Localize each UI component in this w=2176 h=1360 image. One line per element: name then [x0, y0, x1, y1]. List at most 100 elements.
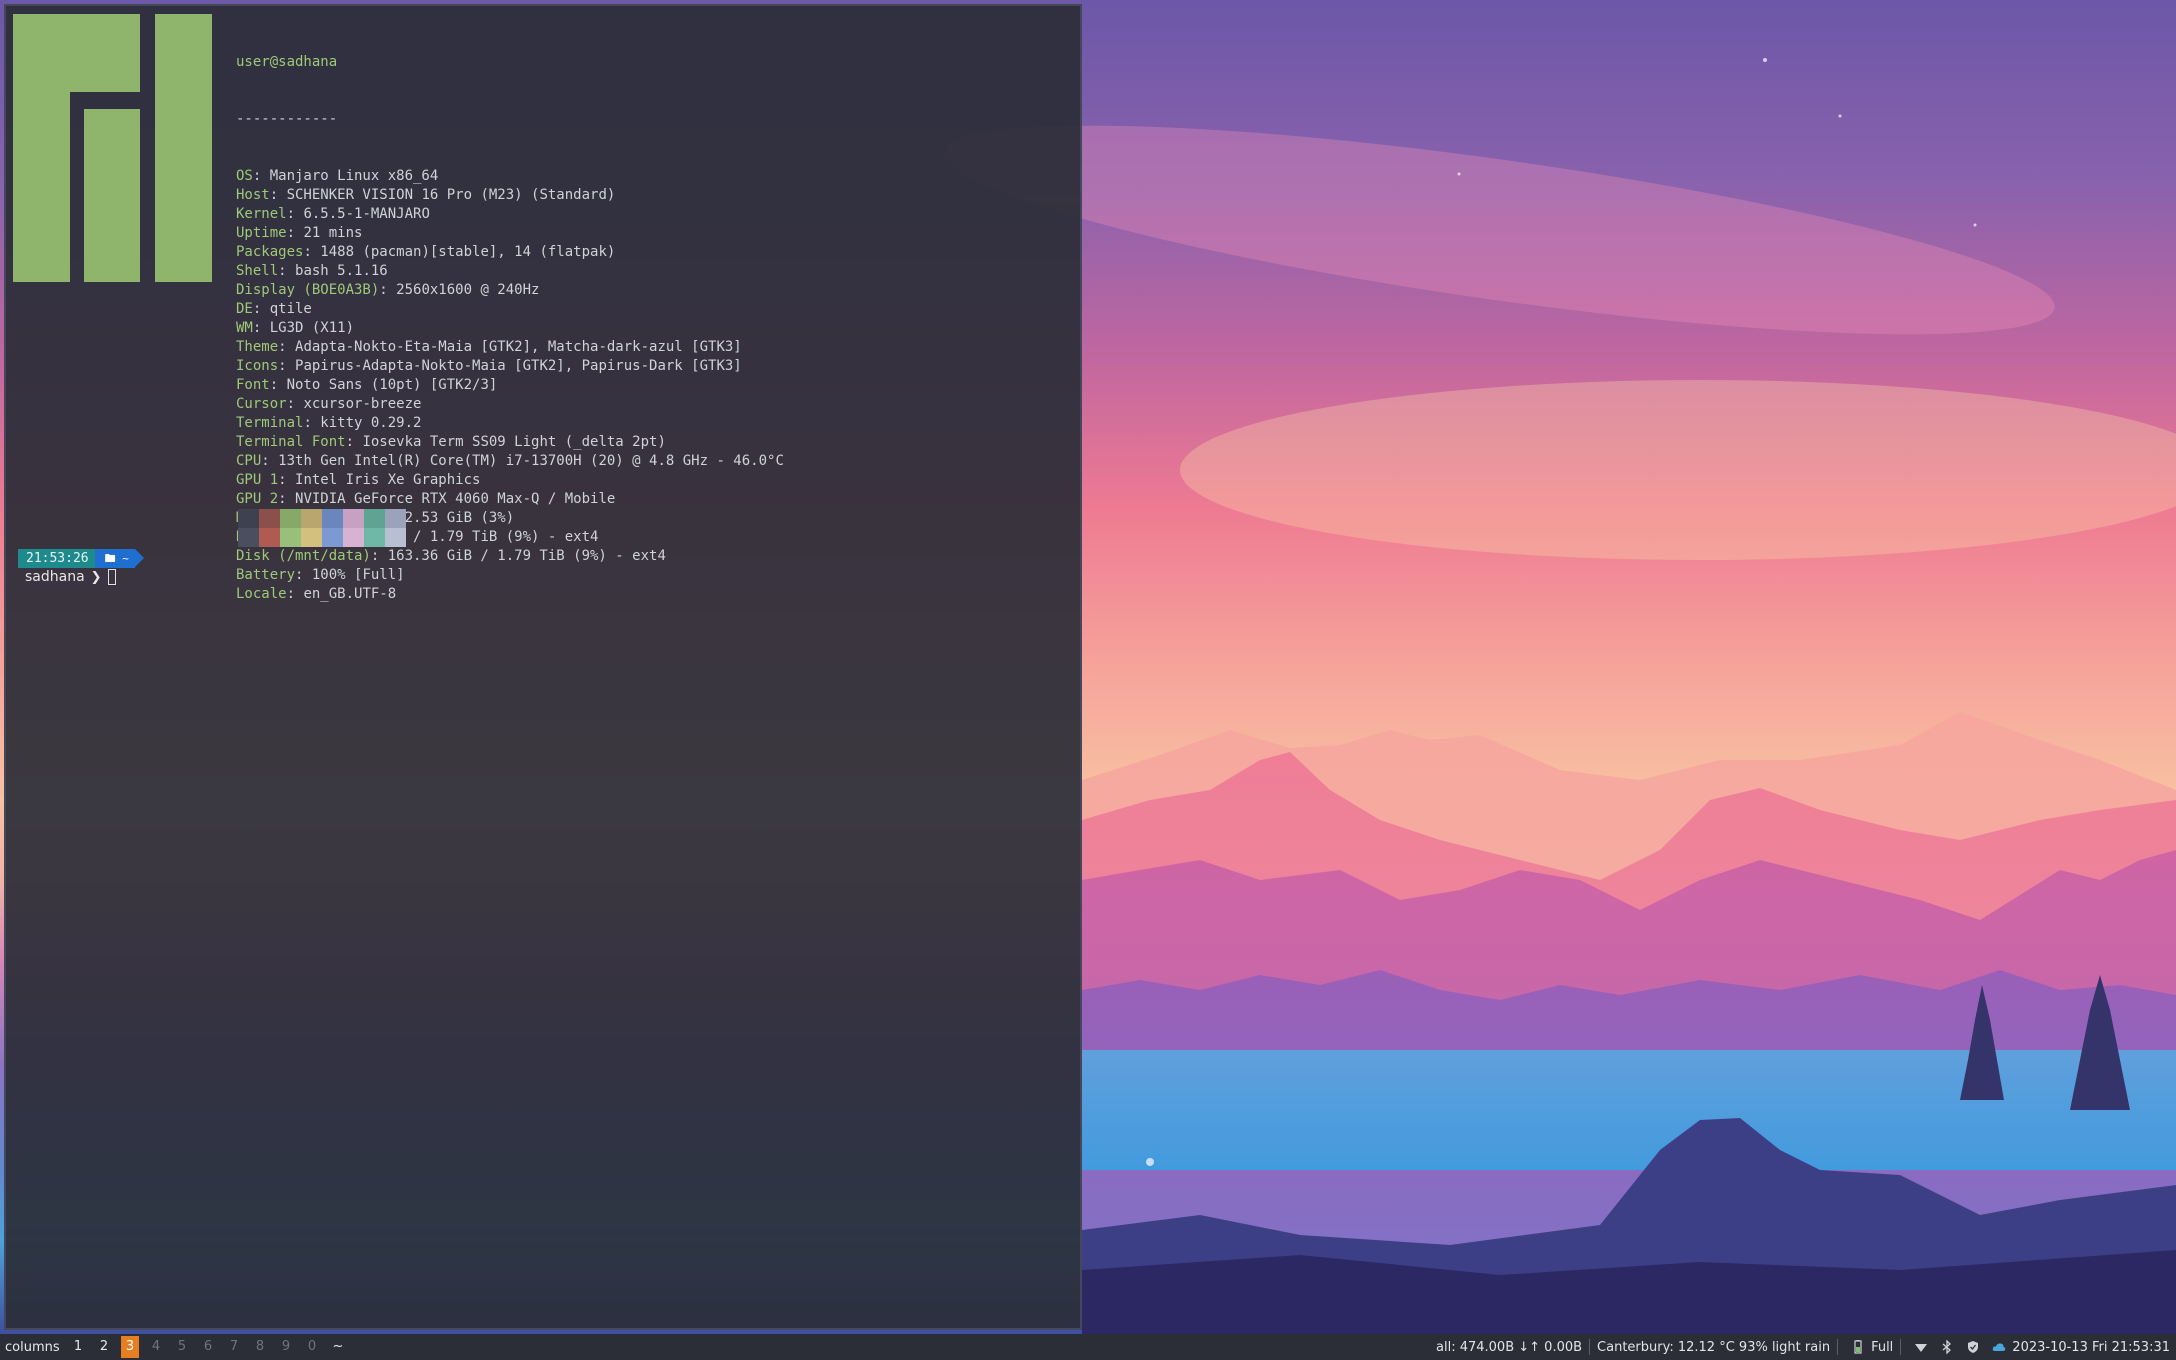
- info-key: DE: [236, 301, 253, 317]
- info-value: 21 mins: [303, 225, 363, 241]
- terminal-window[interactable]: user@sadhana ------------ OS: Manjaro Li…: [4, 4, 1082, 1330]
- color-swatch: [280, 509, 301, 547]
- shield-icon[interactable]: [1966, 1340, 1980, 1354]
- info-value: 1488 (pacman)[stable], 14 (flatpak): [320, 244, 616, 260]
- info-value: Papirus-Adapta-Nokto-Maia [GTK2], Papiru…: [295, 358, 742, 374]
- info-value: 2560x1600 @ 240Hz: [396, 282, 540, 298]
- info-key: OS: [236, 168, 253, 184]
- info-key: WM: [236, 320, 253, 336]
- manjaro-logo-icon: [13, 14, 212, 282]
- info-key: Packages: [236, 244, 304, 260]
- color-swatch: [238, 509, 259, 547]
- info-key: Cursor: [236, 396, 287, 412]
- separator-line: ------------: [236, 111, 338, 127]
- info-line: Battery: 100% [Full]: [236, 567, 405, 583]
- text-cursor[interactable]: [107, 569, 116, 585]
- bar-widgets: all: 474.00B ↓↑ 0.00B Canterbury: 12.12 …: [1436, 1334, 2176, 1360]
- group-6[interactable]: 6: [195, 1336, 221, 1358]
- net-widget: all: 474.00B ↓↑ 0.00B: [1436, 1339, 1583, 1355]
- weather-widget: Canterbury: 12.12 °C 93% light rain: [1597, 1339, 1831, 1355]
- user-host: user@sadhana: [236, 54, 338, 70]
- group-3[interactable]: 3: [121, 1336, 139, 1358]
- info-line: DE: qtile: [236, 301, 312, 317]
- group-9[interactable]: 9: [273, 1336, 299, 1358]
- info-line: Font: Noto Sans (10pt) [GTK2/3]: [236, 377, 498, 393]
- info-value: 13th Gen Intel(R) Core(TM) i7-13700H (20…: [278, 453, 784, 469]
- info-value: kitty 0.29.2: [320, 415, 422, 431]
- color-swatch: [301, 509, 322, 547]
- prompt-host: sadhana: [25, 569, 85, 585]
- info-value: xcursor-breeze: [303, 396, 422, 412]
- clock-widget: 2023-10-13 Fri 21:53:31: [2012, 1339, 2170, 1355]
- info-line: Terminal Font: Iosevka Term SS09 Light (…: [236, 434, 666, 450]
- group-~[interactable]: ~: [325, 1336, 351, 1358]
- color-swatch: [385, 509, 406, 547]
- group-2[interactable]: 2: [91, 1336, 117, 1358]
- info-key: Terminal Font: [236, 434, 346, 450]
- group-4[interactable]: 4: [143, 1336, 169, 1358]
- info-line: Host: SCHENKER VISION 16 Pro (M23) (Stan…: [236, 187, 616, 203]
- info-key: Kernel: [236, 206, 287, 222]
- info-line: WM: LG3D (X11): [236, 320, 355, 336]
- desktop-wallpaper: user@sadhana ------------ OS: Manjaro Li…: [0, 0, 2176, 1334]
- group-0[interactable]: 0: [299, 1336, 325, 1358]
- group-5[interactable]: 5: [169, 1336, 195, 1358]
- color-swatch: [343, 509, 364, 547]
- info-line: Display (BOE0A3B): 2560x1600 @ 240Hz: [236, 282, 540, 298]
- info-line: Cursor: xcursor-breeze: [236, 396, 422, 412]
- prompt-arrow-icon: ❯: [90, 569, 102, 585]
- cloud-icon[interactable]: [1992, 1340, 2006, 1354]
- info-value: Iosevka Term SS09 Light (_delta 2pt): [362, 434, 666, 450]
- info-line: Locale: en_GB.UTF-8: [236, 586, 397, 602]
- info-line: Uptime: 21 mins: [236, 225, 363, 241]
- info-line: Icons: Papirus-Adapta-Nokto-Maia [GTK2],…: [236, 358, 742, 374]
- color-swatch: [364, 509, 385, 547]
- battery-icon: [1851, 1340, 1865, 1354]
- group-8[interactable]: 8: [247, 1336, 273, 1358]
- info-key: Font: [236, 377, 270, 393]
- info-value: Manjaro Linux x86_64: [269, 168, 439, 184]
- prompt-time: 21:53:26: [18, 549, 95, 568]
- layout-indicator[interactable]: columns: [0, 1340, 65, 1355]
- color-swatch: [322, 509, 343, 547]
- info-value: Adapta-Nokto-Eta-Maia [GTK2], Matcha-dar…: [295, 339, 742, 355]
- qtile-bar: columns 1 2 3 4 5 6 7 8 9 0 ~ all: 474.00B ↓↑ 0.00…: [0, 1334, 2176, 1360]
- info-line: Shell: bash 5.1.16: [236, 263, 388, 279]
- info-line: Packages: 1488 (pacman)[stable], 14 (fla…: [236, 244, 616, 260]
- info-value: NVIDIA GeForce RTX 4060 Max-Q / Mobile: [295, 491, 616, 507]
- info-line: CPU: 13th Gen Intel(R) Core(TM) i7-13700…: [236, 453, 784, 469]
- info-line: OS: Manjaro Linux x86_64: [236, 168, 439, 184]
- info-key: Uptime: [236, 225, 287, 241]
- info-key: Terminal: [236, 415, 304, 431]
- info-line: Kernel: 6.5.5-1-MANJARO: [236, 206, 430, 222]
- info-key: Shell: [236, 263, 279, 279]
- info-key: Theme: [236, 339, 279, 355]
- wifi-icon[interactable]: [1914, 1340, 1928, 1354]
- info-value: Intel Iris Xe Graphics: [295, 472, 481, 488]
- info-line: GPU 2: NVIDIA GeForce RTX 4060 Max-Q / M…: [236, 491, 616, 507]
- folder-icon: 🖿: [104, 552, 123, 565]
- info-line: GPU 1: Intel Iris Xe Graphics: [236, 472, 481, 488]
- info-line: Terminal: kitty 0.29.2: [236, 415, 422, 431]
- prompt-input-line[interactable]: sadhana ❯: [25, 569, 116, 585]
- info-key: GPU 2: [236, 491, 279, 507]
- info-value: 6.5.5-1-MANJARO: [303, 206, 430, 222]
- info-value: en_GB.UTF-8: [303, 586, 397, 602]
- info-value: 163.36 GiB / 1.79 TiB (9%) - ext4: [387, 548, 666, 564]
- group-box: 1 2 3 4 5 6 7 8 9 0 ~: [65, 1334, 351, 1360]
- group-7[interactable]: 7: [221, 1336, 247, 1358]
- info-value: bash 5.1.16: [295, 263, 388, 279]
- group-1[interactable]: 1: [65, 1336, 91, 1358]
- info-key: Display (BOE0A3B): [236, 282, 380, 298]
- info-line: Disk (/mnt/data): 163.36 GiB / 1.79 TiB …: [236, 548, 666, 564]
- bluetooth-icon[interactable]: [1940, 1340, 1954, 1354]
- fastfetch-output: user@sadhana ------------ OS: Manjaro Li…: [236, 15, 1066, 642]
- info-value: qtile: [269, 301, 312, 317]
- color-swatch: [259, 509, 280, 547]
- info-key: Disk (/mnt/data): [236, 548, 371, 564]
- info-line: Theme: Adapta-Nokto-Eta-Maia [GTK2], Mat…: [236, 339, 742, 355]
- info-key: CPU: [236, 453, 262, 469]
- info-value: Noto Sans (10pt) [GTK2/3]: [286, 377, 498, 393]
- battery-status: Full: [1871, 1339, 1894, 1355]
- prompt-status: 21:53:26 🖿 ~: [18, 549, 145, 568]
